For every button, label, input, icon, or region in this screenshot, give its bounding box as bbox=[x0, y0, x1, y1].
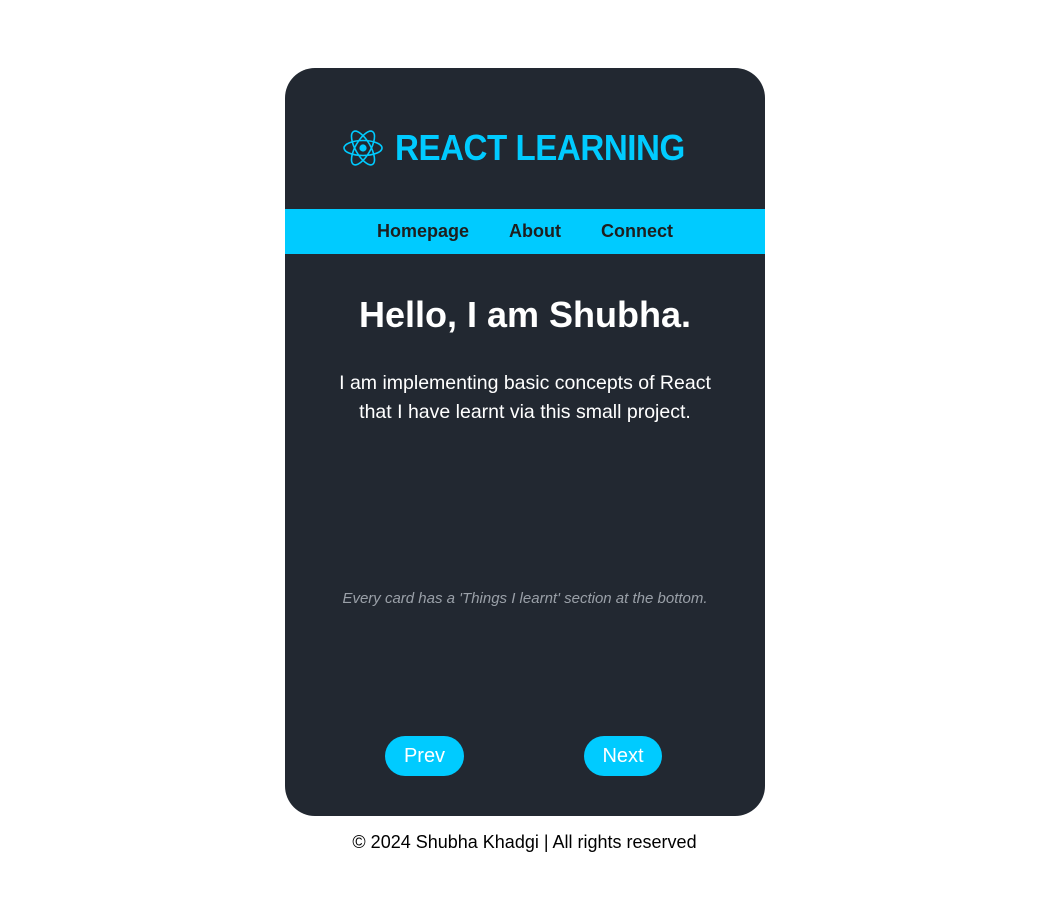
footer-copyright: © 2024 Shubha Khadgi | All rights reserv… bbox=[352, 832, 697, 852]
main-card: REACT LEARNING Homepage About Connect He… bbox=[285, 68, 765, 816]
navbar: Homepage About Connect bbox=[285, 209, 765, 254]
nav-link-about[interactable]: About bbox=[509, 221, 561, 242]
nav-link-connect[interactable]: Connect bbox=[601, 221, 673, 242]
nav-link-homepage[interactable]: Homepage bbox=[377, 221, 469, 242]
intro-text: I am implementing basic concepts of Reac… bbox=[339, 372, 711, 423]
header: REACT LEARNING bbox=[285, 68, 765, 209]
prev-button[interactable]: Prev bbox=[385, 736, 464, 776]
react-atom-icon bbox=[341, 128, 385, 168]
greeting-heading: Hello, I am Shubha. bbox=[358, 294, 692, 335]
things-learnt-note: Every card has a 'Things I learnt' secti… bbox=[342, 590, 708, 607]
brand-title: REACT LEARNING bbox=[394, 126, 685, 168]
next-button[interactable]: Next bbox=[584, 736, 662, 776]
